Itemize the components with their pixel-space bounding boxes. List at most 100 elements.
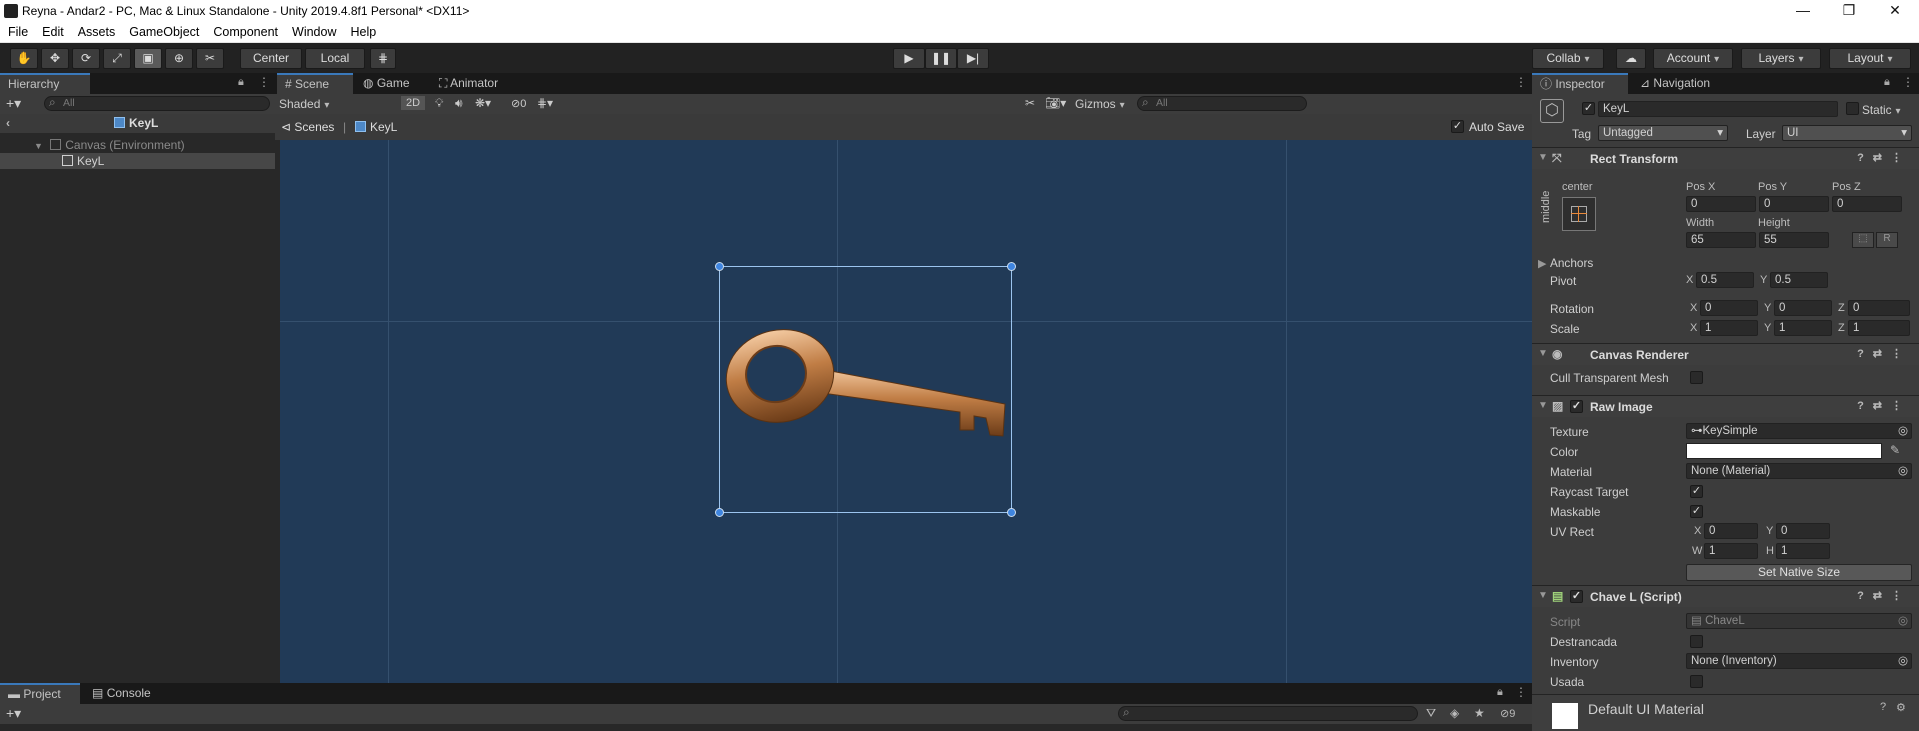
rot-z-field[interactable]: 0 [1848,300,1910,316]
uv-y-field[interactable]: 0 [1776,523,1830,539]
rect-handle[interactable] [715,262,724,271]
scenes-breadcrumb[interactable]: ⊲ Scenes [281,120,334,134]
script-enabled-checkbox[interactable]: ✓ [1570,590,1583,603]
fold-arrow-icon[interactable]: ▼ [1538,348,1548,359]
component-actions[interactable]: ?⇄⋮ [1857,151,1911,164]
layer-dropdown[interactable]: UI ▾ [1782,125,1912,141]
play-button[interactable]: ▶ [893,48,925,69]
pause-button[interactable]: ❚❚ [925,48,957,69]
add-icon[interactable]: +▾ [6,95,21,112]
rot-x-field[interactable]: 0 [1700,300,1758,316]
expand-arrow-icon[interactable]: ▼ [34,141,43,151]
menu-edit[interactable]: Edit [35,22,71,39]
rect-handle[interactable] [1007,508,1016,517]
filter-type-icon[interactable]: ⛛ [1426,706,1436,721]
tab-scene[interactable]: # Scene [277,73,353,94]
more-menu-icon[interactable]: ⋮ [1515,685,1527,699]
static-dropdown[interactable]: Static [1862,103,1901,117]
component-actions[interactable]: ?⇄⋮ [1857,589,1911,602]
hidden-packages-counter[interactable]: ⊘9 [1500,707,1515,720]
help-icon[interactable]: ? [1880,701,1886,713]
destrancada-checkbox[interactable] [1690,635,1703,648]
label-icon[interactable]: ◈ [1450,706,1459,720]
lock-icon[interactable]: 🔒︎ [1884,76,1890,89]
pivot-y-field[interactable]: 0.5 [1770,272,1828,288]
shading-mode-dropdown[interactable]: Shaded [279,97,397,111]
hierarchy-search-input[interactable]: All [44,96,270,111]
tools-icon[interactable]: ✂ [1025,96,1035,110]
grid-snap-icon[interactable]: ⋕▾ [537,96,553,110]
tab-game[interactable]: ◍ Game [355,73,427,94]
uv-w-field[interactable]: 1 [1704,543,1758,559]
width-field[interactable]: 65 [1686,232,1756,248]
anchors-foldout[interactable]: Anchors [1550,256,1593,270]
uv-h-field[interactable]: 1 [1776,543,1830,559]
gear-icon[interactable]: ⚙ [1896,701,1906,714]
minimize-button[interactable]: — [1780,0,1826,22]
scale-x-field[interactable]: 1 [1700,320,1758,336]
scale-z-field[interactable]: 1 [1848,320,1910,336]
fold-arrow-icon[interactable]: ▼ [1538,152,1548,163]
raycast-checkbox[interactable]: ✓ [1690,485,1703,498]
object-picker-icon[interactable]: ◎ [1898,424,1908,438]
tab-project[interactable]: ▬ Project [0,683,80,704]
menu-help[interactable]: Help [343,22,383,39]
menu-component[interactable]: Component [206,22,285,39]
more-menu-icon[interactable]: ⋮ [1515,75,1527,89]
snap-grid-icon[interactable]: ⋕ [370,48,396,69]
favorite-icon[interactable]: ★ [1474,706,1485,720]
tag-dropdown[interactable]: Untagged ▾ [1598,125,1728,141]
tab-console[interactable]: ▤ Console [84,683,164,704]
list-item[interactable]: ▼ Canvas (Environment) [0,137,275,153]
rect-handle[interactable] [1007,262,1016,271]
component-actions[interactable]: ?⇄⋮ [1857,347,1911,360]
camera-icon[interactable]: 📷︎▾ [1045,96,1066,110]
pivot-x-field[interactable]: 0.5 [1696,272,1754,288]
rot-y-field[interactable]: 0 [1774,300,1832,316]
canvas-renderer-header[interactable]: ▼ ◉ Canvas Renderer ?⇄⋮ [1532,343,1919,365]
script-component-header[interactable]: ▼ ▤ ✓ Chave L (Script) ?⇄⋮ [1532,585,1919,607]
scene-viewport[interactable] [280,140,1532,683]
close-button[interactable]: ✕ [1872,0,1918,22]
layers-dropdown[interactable]: Layers [1741,48,1821,69]
auto-save-checkbox[interactable]: ✓ [1451,120,1464,133]
audio-icon[interactable]: 🔊︎ [455,96,463,111]
menu-window[interactable]: Window [285,22,343,39]
menu-assets[interactable]: Assets [71,22,123,39]
posx-field[interactable]: 0 [1686,196,1756,212]
lock-icon[interactable]: 🔒︎ [1497,686,1503,699]
eyedropper-icon[interactable]: ✎ [1890,443,1900,457]
pivot-center-toggle[interactable]: Center [240,48,302,69]
rect-tool-icon[interactable]: ▣ [134,48,162,69]
space-local-toggle[interactable]: Local [305,48,365,69]
height-field[interactable]: 55 [1759,232,1829,248]
more-menu-icon[interactable]: ⋮ [258,75,270,89]
fold-arrow-icon[interactable]: ▼ [1538,400,1548,411]
scale-y-field[interactable]: 1 [1774,320,1832,336]
texture-field[interactable]: ⊶KeySimple ◎ [1686,423,1912,439]
mode-2d-toggle[interactable]: 2D [401,96,426,110]
layout-dropdown[interactable]: Layout [1829,48,1911,69]
fold-arrow-icon[interactable]: ▶ [1538,257,1546,270]
tab-navigation[interactable]: ⊿ Navigation [1632,73,1732,94]
hand-tool-icon[interactable]: ✋ [10,48,38,69]
material-field[interactable]: None (Material) ◎ [1686,463,1912,479]
scene-search-input[interactable]: All [1137,96,1307,111]
object-name-field[interactable]: KeyL [1598,101,1838,117]
tab-animator[interactable]: ⛶ Animator [431,73,527,94]
add-icon[interactable]: +▾ [6,705,21,722]
object-picker-icon[interactable]: ◎ [1898,654,1908,668]
active-checkbox[interactable]: ✓ [1582,102,1595,115]
lock-icon[interactable]: 🔒︎ [238,76,244,89]
custom-tool-icon[interactable]: ✂ [196,48,224,69]
rotate-tool-icon[interactable]: ⟳ [72,48,100,69]
color-swatch[interactable] [1686,443,1882,459]
component-actions[interactable]: ?⇄⋮ [1857,399,1911,412]
set-native-size-button[interactable]: Set Native Size [1686,564,1912,581]
raw-edit-button[interactable]: R [1876,232,1898,248]
scale-tool-icon[interactable]: ⤢ [103,48,131,69]
raw-image-header[interactable]: ▼ ▨ ✓ Raw Image ?⇄⋮ [1532,395,1919,417]
collab-dropdown[interactable]: Collab [1532,48,1604,69]
more-menu-icon[interactable]: ⋮ [1902,75,1914,89]
anchor-preset-button[interactable] [1562,197,1596,231]
